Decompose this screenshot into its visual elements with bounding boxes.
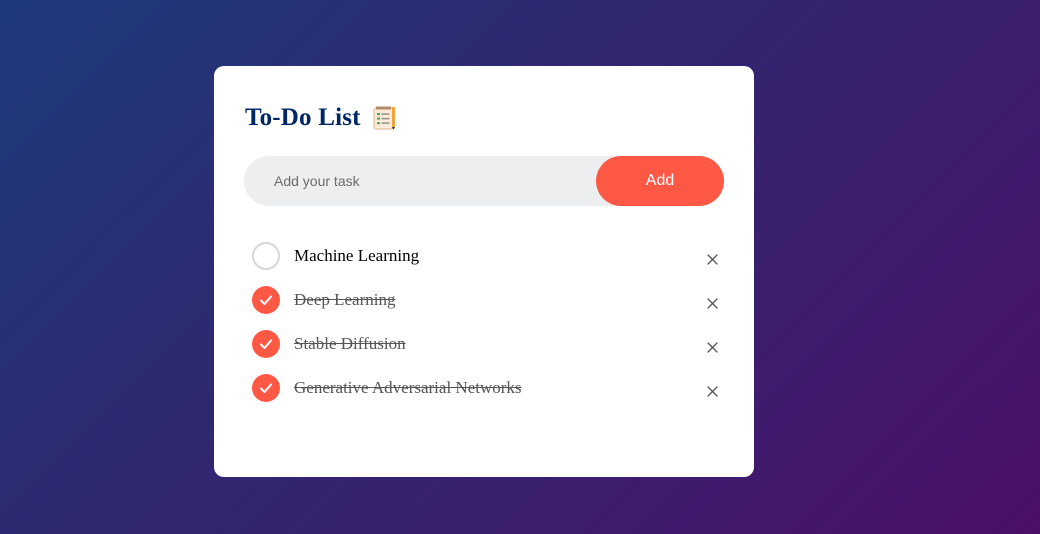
checkbox-icon[interactable] bbox=[252, 374, 280, 402]
task-item[interactable]: Machine Learning bbox=[252, 234, 722, 278]
close-icon[interactable] bbox=[702, 249, 722, 269]
add-task-row: Add bbox=[244, 156, 724, 206]
todo-card: To-Do List Add Machine Learni bbox=[214, 66, 754, 477]
close-icon[interactable] bbox=[702, 293, 722, 313]
task-label: Deep Learning bbox=[294, 290, 396, 309]
header: To-Do List bbox=[245, 104, 397, 132]
add-button[interactable]: Add bbox=[596, 156, 724, 206]
task-input[interactable] bbox=[244, 156, 594, 206]
checkbox-icon[interactable] bbox=[252, 330, 280, 358]
checkbox-icon[interactable] bbox=[252, 242, 280, 270]
task-item[interactable]: Generative Adversarial Networks bbox=[252, 366, 722, 410]
notepad-checklist-icon bbox=[371, 105, 397, 131]
task-label: Machine Learning bbox=[294, 246, 420, 265]
page-title: To-Do List bbox=[245, 104, 361, 131]
close-icon[interactable] bbox=[702, 381, 722, 401]
task-label: Generative Adversarial Networks bbox=[294, 378, 522, 397]
task-item[interactable]: Stable Diffusion bbox=[252, 322, 722, 366]
close-icon[interactable] bbox=[702, 337, 722, 357]
task-label: Stable Diffusion bbox=[294, 334, 406, 353]
task-list: Machine Learning Deep Learning Stable Di… bbox=[252, 234, 722, 410]
task-item[interactable]: Deep Learning bbox=[252, 278, 722, 322]
checkbox-icon[interactable] bbox=[252, 286, 280, 314]
